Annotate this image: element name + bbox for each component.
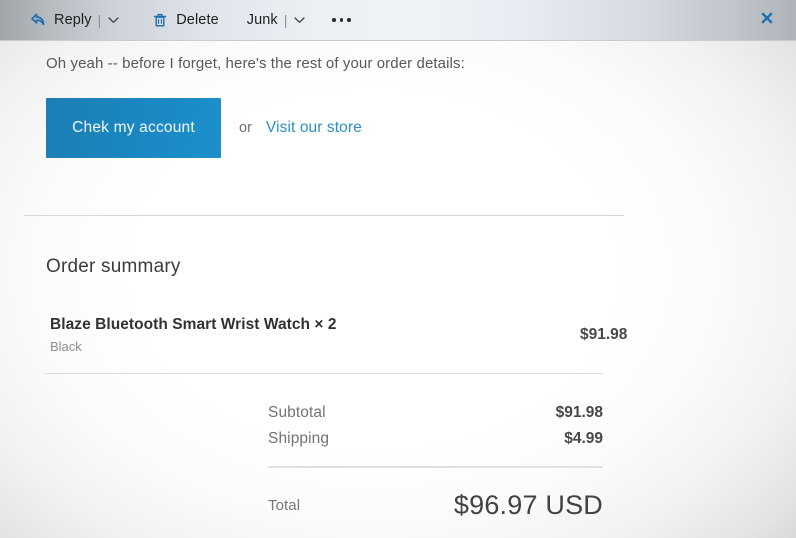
subtotal-value: $91.98 [555,404,603,421]
cta-or-text: or [239,120,252,136]
line-item-variant: Black [50,339,82,354]
reply-arrow-icon [28,10,48,30]
delete-label: Delete [176,12,219,28]
junk-separator: | [283,12,288,28]
grand-total-value: $96.97 USD [453,490,603,520]
line-item-info: Blaze Bluetooth Smart Wrist Watch × 2 Bl… [50,316,570,354]
ellipsis-dot [339,18,344,22]
totals-divider [268,466,603,468]
delete-button[interactable]: Delete [144,0,225,41]
more-options-ellipsis-icon[interactable] [326,0,356,41]
ellipsis-dot [347,18,351,22]
subtotal-row: Subtotal $91.98 [268,400,603,426]
order-summary-title: Order summary [46,256,181,277]
message-body: Oh yeah -- before I forget, here's the r… [0,41,796,538]
cta-row: Chek my account or Visit our store [0,72,796,158]
ellipsis-dot [332,18,336,22]
junk-button[interactable]: Junk | [241,0,313,41]
shipping-value: $4.99 [564,430,603,447]
order-totals: Subtotal $91.98 Shipping $4.99 Total $96… [268,400,603,521]
junk-label: Junk [246,12,278,28]
grand-total-label: Total [268,497,301,514]
line-item-divider [44,373,603,374]
grand-total-row: Total $96.97 USD [268,490,603,521]
reply-label: Reply [54,12,92,28]
reply-button[interactable]: Reply | [22,0,126,41]
email-content: Oh yeah -- before I forget, here's the r… [0,41,796,521]
intro-text: Oh yeah -- before I forget, here's the r… [46,55,465,72]
line-item-price: $91.98 [580,326,628,343]
close-icon [759,10,775,31]
email-reading-window: Reply | Delete Junk | Oh yeah -- before … [0,0,796,538]
junk-chevron-down-icon[interactable] [292,13,306,27]
reply-chevron-down-icon[interactable] [106,13,120,27]
shipping-label: Shipping [268,430,330,447]
trash-icon [150,10,170,30]
visit-our-store-link[interactable]: Visit our store [266,119,362,137]
shipping-row: Shipping $4.99 [268,426,603,452]
message-toolbar: Reply | Delete Junk | [0,0,796,41]
line-item-name: Blaze Bluetooth Smart Wrist Watch × 2 [50,316,337,333]
subtotal-label: Subtotal [268,404,326,421]
reply-separator: | [97,12,102,28]
close-button[interactable] [744,0,790,41]
check-my-account-button[interactable]: Chek my account [46,98,221,158]
order-line-item: Blaze Bluetooth Smart Wrist Watch × 2 Bl… [50,278,750,354]
